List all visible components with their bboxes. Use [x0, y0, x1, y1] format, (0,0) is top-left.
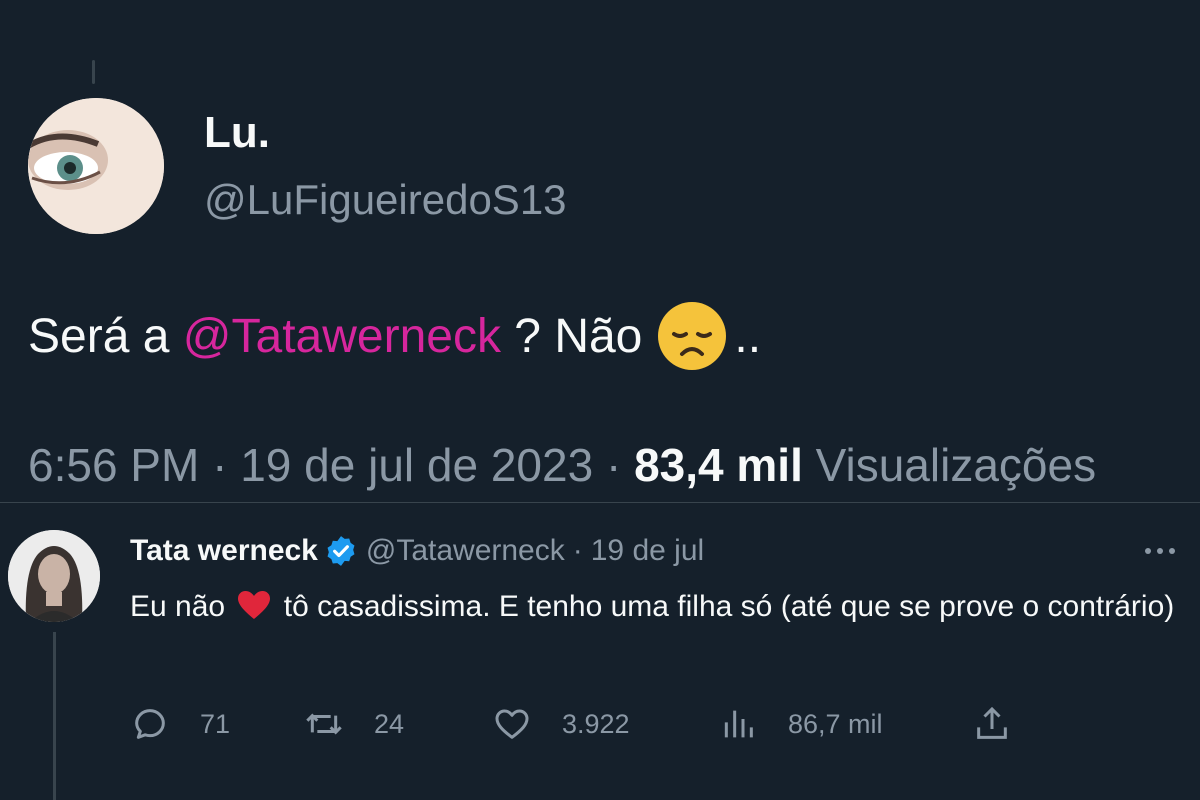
- red-heart-emoji-icon: [238, 591, 271, 619]
- share-button[interactable]: [972, 702, 1012, 746]
- main-tweet-text: Será a @Tatawerneck ? Não ..: [28, 300, 761, 372]
- avatar-reply-image: [8, 530, 100, 622]
- verified-badge-icon: [327, 536, 355, 566]
- views-count-reply: 86,7 mil: [788, 708, 883, 739]
- share-icon: [977, 706, 1007, 739]
- thread-connector-top: [92, 60, 95, 84]
- reply-header: Tata werneck @Tatawerneck · 19 de jul: [130, 534, 704, 568]
- tweet-time[interactable]: 6:56 PM: [28, 439, 199, 491]
- retweet-icon: [306, 713, 342, 735]
- tweet-text-prefix: Será a: [28, 309, 183, 363]
- tweet-meta: 6:56 PM · 19 de jul de 2023 · 83,4 mil V…: [28, 438, 1096, 492]
- tweet-text-suffix: ..: [734, 309, 762, 363]
- views-label: Visualizações: [815, 439, 1097, 491]
- comment-icon: [135, 709, 165, 739]
- reply-count: 71: [200, 708, 231, 739]
- heart-icon: [495, 709, 529, 739]
- avatar-main-image: [28, 98, 164, 234]
- meta-separator: ·: [212, 439, 241, 491]
- avatar-reply-author[interactable]: [8, 530, 100, 622]
- retweet-count: 24: [374, 708, 405, 739]
- reply-author-name[interactable]: Tata werneck: [130, 534, 318, 568]
- reply-date[interactable]: 19 de jul: [591, 534, 704, 568]
- reply-text-part1: Eu não: [130, 590, 226, 623]
- mention-link[interactable]: @Tatawerneck: [183, 309, 501, 364]
- reply-text-part2: tô casadissima. E tenho uma filha só (at…: [283, 590, 1175, 623]
- reply-author-handle[interactable]: @Tatawerneck: [366, 534, 565, 568]
- reply-button[interactable]: 71: [130, 702, 230, 746]
- meta-separator: ·: [605, 439, 635, 491]
- views-count: 83,4 mil: [634, 439, 803, 491]
- retweet-button[interactable]: 24: [304, 702, 404, 746]
- reply-text: Eu não tô casadissima. E tenho uma filha…: [130, 584, 1190, 630]
- disappointed-face-emoji-icon: [658, 302, 727, 370]
- like-count: 3.922: [562, 708, 630, 739]
- analytics-icon: [724, 710, 753, 738]
- main-author-name[interactable]: Lu.: [204, 108, 270, 158]
- more-options-icon[interactable]: [1138, 536, 1182, 566]
- tweet-text-middle: ? Não: [500, 309, 643, 363]
- avatar-main-author[interactable]: [28, 98, 164, 234]
- tweet-date[interactable]: 19 de jul de 2023: [240, 439, 593, 491]
- divider: [0, 502, 1200, 503]
- reply-separator: ·: [572, 534, 583, 567]
- like-button[interactable]: 3.922: [492, 702, 630, 746]
- views-button[interactable]: 86,7 mil: [718, 702, 883, 746]
- main-author-handle[interactable]: @LuFigueiredoS13: [204, 176, 567, 224]
- thread-connector-reply: [53, 632, 56, 800]
